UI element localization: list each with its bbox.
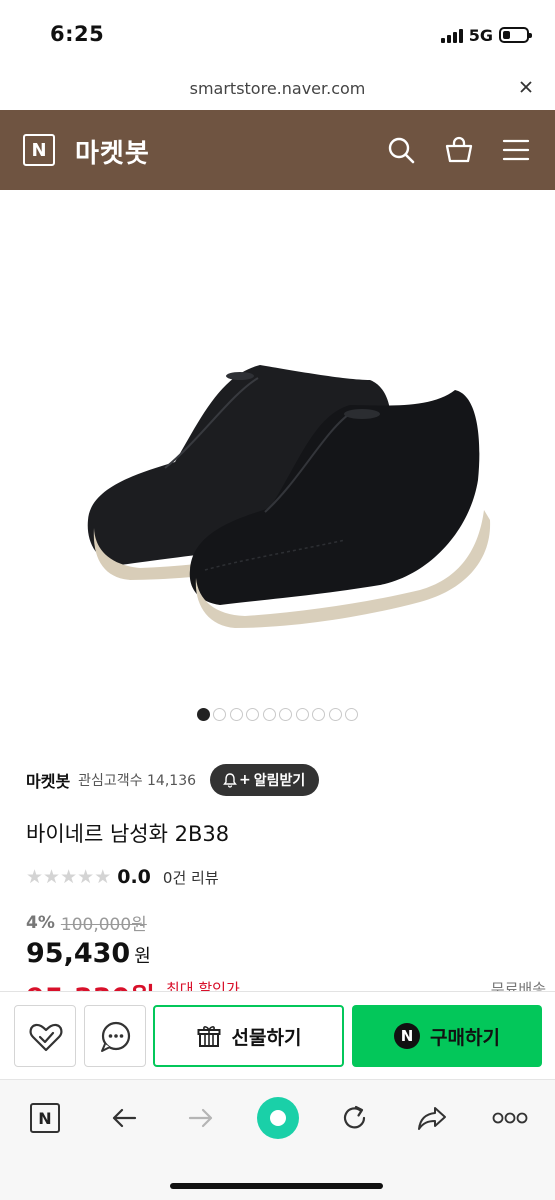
max-discount-row: 95,330원 최대 할인가 무료배송 xyxy=(26,978,546,992)
alert-button[interactable]: + 알림받기 xyxy=(210,764,320,796)
max-discount-label[interactable]: 최대 할인가 xyxy=(166,978,240,992)
back-button[interactable] xyxy=(106,1100,142,1136)
buy-button[interactable]: N 구매하기 xyxy=(352,1005,542,1067)
gift-icon xyxy=(197,1026,221,1047)
gallery-dot[interactable] xyxy=(345,708,359,721)
gallery-dot[interactable] xyxy=(328,708,342,721)
store-name[interactable]: 마켓봇 xyxy=(26,768,70,792)
gallery-dot[interactable] xyxy=(312,708,326,721)
product-image[interactable] xyxy=(0,190,555,700)
follower-count: 관심고객수 14,136 xyxy=(78,773,197,789)
rating-stars: ★ ★ ★ ★ ★ xyxy=(26,865,112,888)
gift-button-label: 선물하기 xyxy=(231,1026,302,1049)
green-dot-button[interactable] xyxy=(256,1096,300,1140)
share-icon xyxy=(418,1107,446,1130)
store-title[interactable]: 마켓봇 xyxy=(75,133,150,170)
alert-button-label: 알림받기 xyxy=(253,773,306,789)
npay-icon: N xyxy=(394,1023,421,1049)
star-icon: ★ xyxy=(26,865,44,888)
gallery-dot[interactable] xyxy=(279,708,293,721)
sale-price: 95,430 xyxy=(26,938,131,969)
status-indicators: 5G xyxy=(440,24,532,46)
discount-percent: 4% xyxy=(26,912,55,933)
shoe-image xyxy=(87,365,491,628)
battery-icon xyxy=(499,27,532,43)
status-bar: 6:25 5G xyxy=(0,0,555,70)
more-icon xyxy=(492,1112,528,1124)
gallery-dot[interactable] xyxy=(295,708,309,721)
star-icon: ★ xyxy=(43,865,61,888)
naver-logo[interactable]: N xyxy=(23,134,55,166)
close-icon[interactable] xyxy=(515,76,537,98)
gallery-dot[interactable] xyxy=(229,708,243,721)
star-icon: ★ xyxy=(60,865,78,888)
back-arrow-icon xyxy=(112,1108,137,1128)
star-icon: ★ xyxy=(94,865,112,888)
gift-button[interactable]: 선물하기 xyxy=(153,1005,344,1067)
star-icon: ★ xyxy=(77,865,95,888)
buy-button-label: 구매하기 xyxy=(430,1026,500,1049)
url-text[interactable]: smartstore.naver.com xyxy=(0,79,555,98)
forward-button[interactable] xyxy=(183,1100,219,1136)
gallery-dots xyxy=(0,708,555,724)
original-price: 100,000원 xyxy=(60,915,147,935)
rating-row[interactable]: ★ ★ ★ ★ ★ 0.0 0건 리뷰 xyxy=(26,864,219,890)
url-bar[interactable]: smartstore.naver.com xyxy=(0,70,555,110)
refresh-button[interactable] xyxy=(337,1100,373,1136)
status-time: 6:25 xyxy=(50,22,105,46)
menu-icon[interactable] xyxy=(500,134,532,166)
signal-icon xyxy=(440,27,463,43)
purchase-action-bar: 선물하기 N 구매하기 xyxy=(0,991,555,1079)
naver-n-icon: N xyxy=(30,1103,60,1133)
store-info-row: 마켓봇 관심고객수 14,136 + 알림받기 xyxy=(26,764,320,796)
share-button[interactable] xyxy=(414,1100,450,1136)
gallery-dot[interactable] xyxy=(196,708,210,721)
browser-bottom-bar: N xyxy=(0,1079,555,1200)
forward-arrow-icon xyxy=(188,1108,213,1128)
gallery-dot[interactable] xyxy=(246,708,260,721)
gallery-dot[interactable] xyxy=(262,708,276,721)
review-count[interactable]: 0건 리뷰 xyxy=(163,867,219,888)
wishlist-button[interactable] xyxy=(14,1005,76,1067)
discount-row: 4% 100,000원 xyxy=(26,910,147,936)
network-type: 5G xyxy=(468,25,493,45)
green-dot-icon xyxy=(257,1097,299,1139)
gallery-dot[interactable] xyxy=(213,708,227,721)
price-row: 95,430 원 xyxy=(26,938,151,969)
chat-icon xyxy=(101,1021,131,1052)
shipping-label: 무료배송 xyxy=(490,980,546,992)
talk-button[interactable] xyxy=(84,1005,146,1067)
bell-plus-icon xyxy=(223,773,237,788)
naver-home-button[interactable]: N xyxy=(27,1100,63,1136)
home-indicator xyxy=(170,1183,383,1189)
price-unit: 원 xyxy=(134,946,151,967)
max-discount-price: 95,330원 xyxy=(26,978,155,992)
rating-score: 0.0 xyxy=(117,866,151,888)
search-icon[interactable] xyxy=(385,134,417,166)
store-header: N 마켓봇 xyxy=(0,110,555,190)
more-button[interactable] xyxy=(490,1100,530,1136)
refresh-icon xyxy=(343,1105,366,1129)
battery-level xyxy=(503,31,510,39)
product-title: 바이네르 남성화 2B38 xyxy=(26,822,230,846)
cart-icon[interactable] xyxy=(443,134,475,166)
heart-check-icon xyxy=(29,1023,63,1052)
